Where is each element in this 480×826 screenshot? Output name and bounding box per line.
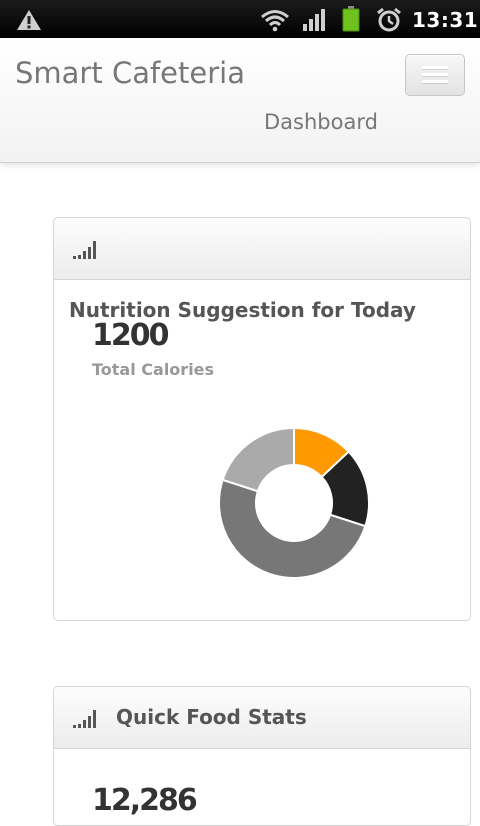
status-clock: 13:31	[412, 8, 479, 32]
total-calories-label: Total Calories	[92, 360, 215, 379]
total-calories-value: 1200	[92, 318, 169, 353]
alarm-icon	[377, 7, 401, 32]
signal-icon	[303, 9, 325, 31]
menu-toggle-button[interactable]	[405, 54, 465, 96]
brand-title[interactable]: Smart Cafeteria	[15, 56, 245, 90]
warning-icon	[17, 10, 41, 30]
nutrition-donut-chart	[218, 426, 370, 579]
widget-header	[54, 218, 470, 280]
nav-link-dashboard[interactable]: Dashboard	[264, 110, 378, 134]
bar-chart-icon	[73, 241, 96, 259]
nutrition-widget: Nutrition Suggestion for Today 1200 Tota…	[53, 217, 471, 621]
widget-header: Quick Food Stats	[54, 687, 470, 749]
quick-food-stat-value: 12,286	[92, 783, 198, 818]
bar-chart-icon	[73, 710, 96, 728]
app-header: Smart Cafeteria Dashboard	[0, 38, 480, 163]
widget-title-quick-food-stats: Quick Food Stats	[116, 705, 307, 729]
status-bar: 13:31	[0, 0, 480, 38]
wifi-icon	[261, 10, 289, 32]
quick-food-stats-widget: Quick Food Stats 12,286	[53, 686, 471, 826]
battery-icon	[342, 6, 360, 32]
donut-segment-3	[221, 426, 295, 493]
